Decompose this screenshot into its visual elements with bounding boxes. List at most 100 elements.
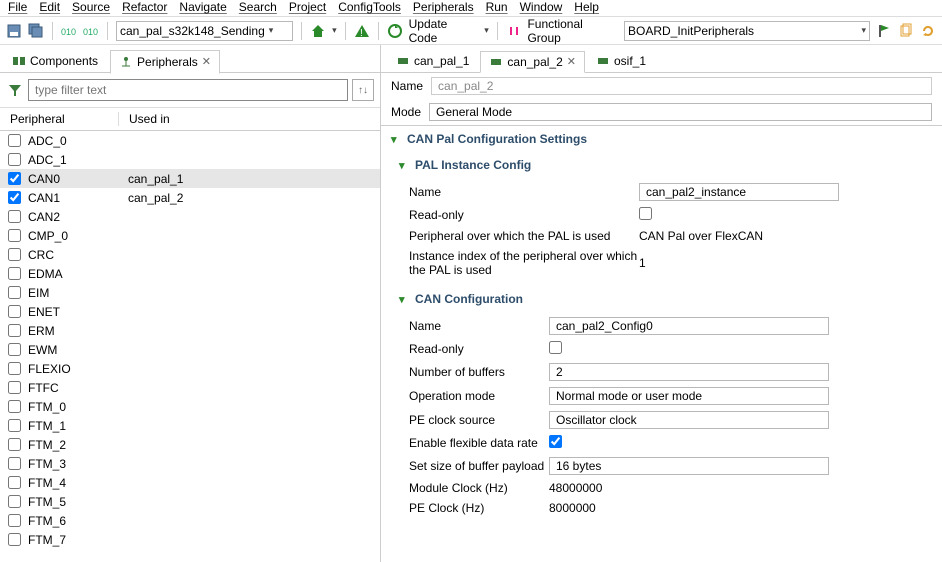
table-row[interactable]: CAN0can_pal_1 [0, 169, 380, 188]
menu-window[interactable]: Window [520, 0, 563, 14]
refresh-icon[interactable] [920, 23, 936, 39]
menu-configtools[interactable]: ConfigTools [338, 0, 401, 14]
peripheral-checkbox[interactable] [8, 514, 21, 527]
table-row[interactable]: CRC [0, 245, 380, 264]
can-payload-dropdown[interactable]: 16 bytes [549, 457, 829, 475]
section-pal-instance[interactable]: ▾ PAL Instance Config [381, 152, 942, 178]
inst-name-input[interactable]: can_pal2_instance [639, 183, 839, 201]
copy-icon[interactable] [898, 23, 914, 39]
peripheral-checkbox[interactable] [8, 172, 21, 185]
menubar[interactable]: File Edit Source Refactor Navigate Searc… [0, 0, 942, 17]
peripheral-checkbox[interactable] [8, 191, 21, 204]
save-icon[interactable] [6, 23, 22, 39]
editor-tab[interactable]: can_pal_1 [387, 50, 478, 72]
table-row[interactable]: FTM_5 [0, 492, 380, 511]
table-row[interactable]: FTM_1 [0, 416, 380, 435]
table-row[interactable]: EWM [0, 340, 380, 359]
functional-group-dropdown[interactable]: BOARD_InitPeripherals ▾ [624, 21, 870, 41]
peripheral-checkbox[interactable] [8, 324, 21, 337]
editor-tab[interactable]: can_pal_2 ✕ [480, 51, 585, 73]
peripheral-checkbox[interactable] [8, 362, 21, 375]
update-code-icon[interactable] [387, 23, 403, 39]
filter-icon[interactable] [6, 81, 24, 99]
save-all-icon[interactable] [28, 23, 44, 39]
menu-help[interactable]: Help [574, 0, 599, 14]
section-can-pal-settings[interactable]: ▾ CAN Pal Configuration Settings [381, 125, 942, 152]
table-row[interactable]: FTM_6 [0, 511, 380, 530]
menu-run[interactable]: Run [486, 0, 508, 14]
menu-navigate[interactable]: Navigate [179, 0, 226, 14]
menu-project[interactable]: Project [289, 0, 326, 14]
can-flex-checkbox[interactable] [549, 435, 562, 448]
table-row[interactable]: FTM_7 [0, 530, 380, 549]
can-name-input[interactable]: can_pal2_Config0 [549, 317, 829, 335]
peripheral-checkbox[interactable] [8, 267, 21, 280]
chevron-down-icon[interactable]: ▾ [484, 25, 489, 36]
section-can-config[interactable]: ▾ CAN Configuration [381, 286, 942, 312]
name-field[interactable]: can_pal_2 [431, 77, 932, 95]
binary-icon[interactable]: 010 [61, 23, 77, 39]
table-row[interactable]: CAN1can_pal_2 [0, 188, 380, 207]
warning-icon[interactable]: ! [354, 23, 370, 39]
table-row[interactable]: CAN2 [0, 207, 380, 226]
col-peripheral[interactable]: Peripheral [0, 112, 118, 126]
tab-components[interactable]: Components [4, 50, 106, 72]
peripheral-checkbox[interactable] [8, 495, 21, 508]
can-readonly-checkbox[interactable] [549, 341, 562, 354]
table-row[interactable]: FTFC [0, 378, 380, 397]
close-icon[interactable]: ✕ [567, 55, 576, 68]
flag-green-icon[interactable] [876, 23, 892, 39]
peripheral-checkbox[interactable] [8, 533, 21, 546]
sort-button[interactable]: ↑↓ [352, 79, 374, 101]
table-row[interactable]: FTM_3 [0, 454, 380, 473]
menu-source[interactable]: Source [72, 0, 110, 14]
project-selector-dropdown[interactable]: can_pal_s32k148_Sending ▾ [116, 21, 293, 41]
menu-peripherals[interactable]: Peripherals [413, 0, 474, 14]
table-row[interactable]: ADC_1 [0, 150, 380, 169]
mode-field[interactable]: General Mode [429, 103, 932, 121]
menu-search[interactable]: Search [239, 0, 277, 14]
table-row[interactable]: FTM_2 [0, 435, 380, 454]
peripheral-checkbox[interactable] [8, 134, 21, 147]
table-row[interactable]: ENET [0, 302, 380, 321]
peripheral-checkbox[interactable] [8, 210, 21, 223]
table-row[interactable]: ADC_0 [0, 131, 380, 150]
table-row[interactable]: FLEXIO [0, 359, 380, 378]
menu-file[interactable]: File [8, 0, 27, 14]
can-opmode-dropdown[interactable]: Normal mode or user mode [549, 387, 829, 405]
peripheral-checkbox[interactable] [8, 381, 21, 394]
can-nbuf-input[interactable]: 2 [549, 363, 829, 381]
menu-edit[interactable]: Edit [39, 0, 60, 14]
home-icon[interactable] [310, 23, 326, 39]
table-row[interactable]: EIM [0, 283, 380, 302]
editor-tab[interactable]: osif_1 [587, 50, 655, 72]
inst-readonly-checkbox[interactable] [639, 207, 652, 220]
menu-refactor[interactable]: Refactor [122, 0, 167, 14]
close-icon[interactable]: ✕ [202, 55, 211, 68]
table-row[interactable]: FTM_4 [0, 473, 380, 492]
filter-input[interactable] [28, 79, 348, 101]
peripheral-table-body[interactable]: ADC_0ADC_1CAN0can_pal_1CAN1can_pal_2CAN2… [0, 131, 380, 562]
peripheral-checkbox[interactable] [8, 419, 21, 432]
binary2-icon[interactable]: 010 [83, 23, 99, 39]
peripheral-checkbox[interactable] [8, 305, 21, 318]
chevron-down-icon[interactable]: ▾ [332, 25, 337, 36]
peripheral-checkbox[interactable] [8, 286, 21, 299]
peripheral-checkbox[interactable] [8, 400, 21, 413]
can-peclk-dropdown[interactable]: Oscillator clock [549, 411, 829, 429]
table-row[interactable]: ERM [0, 321, 380, 340]
table-row[interactable]: FTM_0 [0, 397, 380, 416]
peripheral-checkbox[interactable] [8, 476, 21, 489]
bracket-icon[interactable] [506, 23, 522, 39]
table-row[interactable]: CMP_0 [0, 226, 380, 245]
peripheral-checkbox[interactable] [8, 457, 21, 470]
peripheral-checkbox[interactable] [8, 438, 21, 451]
peripheral-checkbox[interactable] [8, 343, 21, 356]
table-row[interactable]: EDMA [0, 264, 380, 283]
peripheral-checkbox[interactable] [8, 229, 21, 242]
tab-peripherals[interactable]: Peripherals ✕ [110, 50, 220, 74]
col-usedin[interactable]: Used in [118, 112, 380, 126]
peripheral-checkbox[interactable] [8, 248, 21, 261]
update-code-button[interactable]: Update Code [409, 17, 479, 45]
peripheral-checkbox[interactable] [8, 153, 21, 166]
